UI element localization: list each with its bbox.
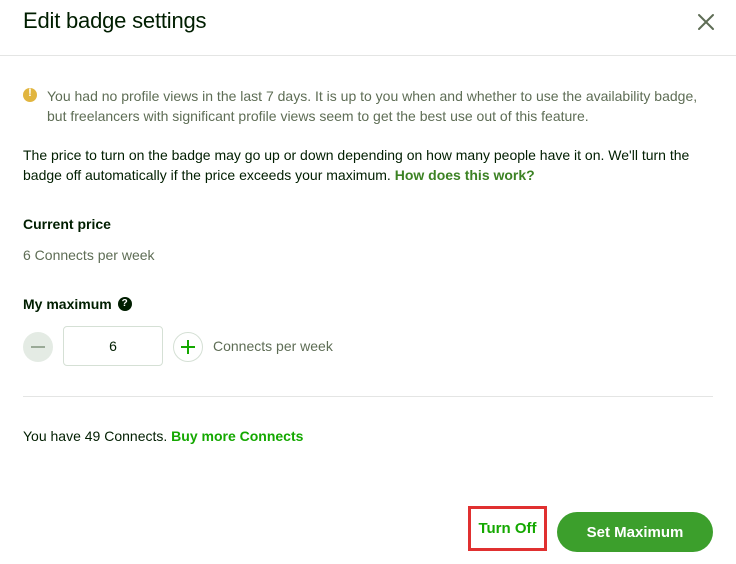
edit-badge-dialog: Edit badge settings You had no profile v… [0,0,736,564]
decrease-maximum-button[interactable] [23,332,53,362]
question-circle-icon[interactable]: ? [117,297,132,312]
description-text: The price to turn on the badge may go up… [23,147,690,183]
maximum-unit-label: Connects per week [213,338,333,354]
connects-balance: You have 49 Connects. Buy more Connects [23,428,303,444]
turn-off-button[interactable]: Turn Off [468,506,547,551]
current-price-value: 6 Connects per week [23,247,155,263]
dialog-header: Edit badge settings [0,0,736,56]
my-maximum-label: My maximum [23,296,112,312]
how-does-this-work-link[interactable]: How does this work? [395,167,535,183]
set-maximum-button[interactable]: Set Maximum [557,512,713,552]
connects-balance-text: You have 49 Connects. [23,428,168,444]
maximum-connects-input[interactable] [63,326,163,366]
warning-icon [23,87,37,102]
buy-more-connects-link[interactable]: Buy more Connects [171,428,303,444]
dialog-title: Edit badge settings [23,8,207,33]
increase-maximum-button[interactable] [173,332,203,362]
close-button[interactable] [694,10,718,34]
profile-views-notice: You had no profile views in the last 7 d… [23,86,713,126]
divider [23,396,713,397]
my-maximum-heading: My maximum? [23,296,132,312]
current-price-label: Current price [23,216,111,232]
close-icon [698,14,714,30]
badge-price-description: The price to turn on the badge may go up… [23,145,723,185]
notice-text: You had no profile views in the last 7 d… [47,88,698,124]
